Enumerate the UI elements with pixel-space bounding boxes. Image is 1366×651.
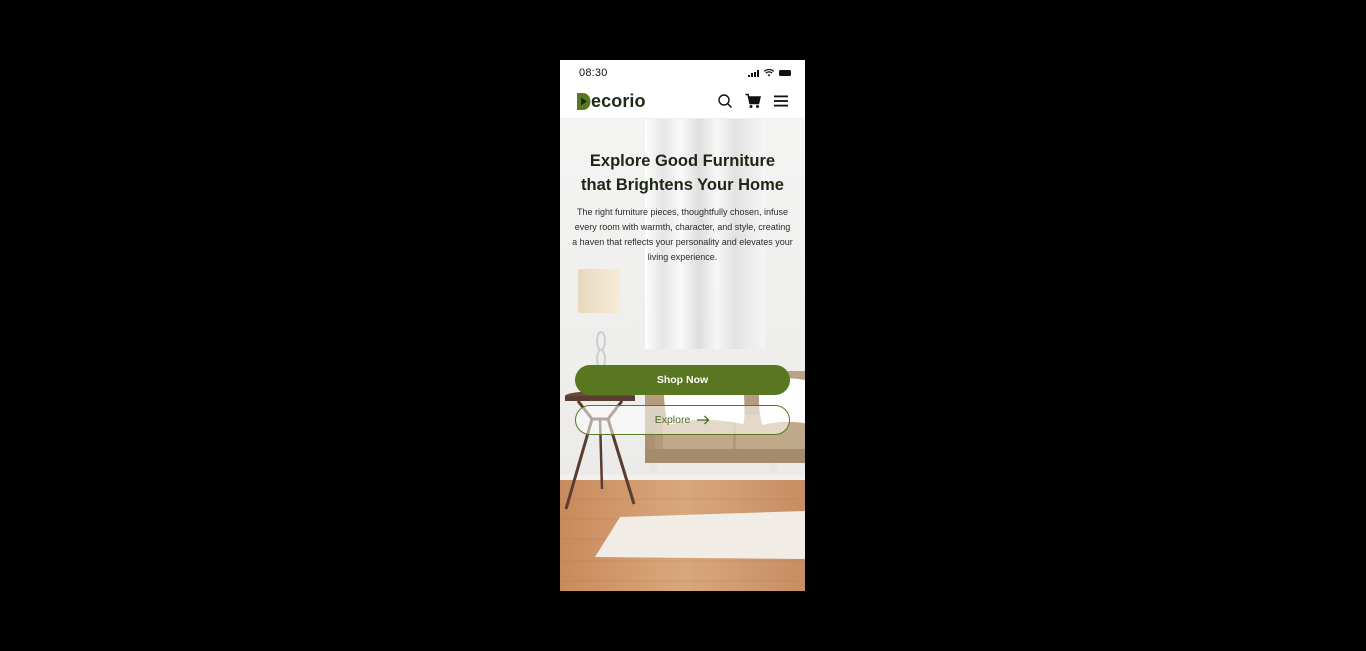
shop-now-label: Shop Now [656, 374, 709, 386]
logo[interactable]: ecorio [577, 90, 646, 112]
hero-title-line-1: Explore Good Furniture [589, 152, 776, 170]
logo-mark-icon [577, 92, 591, 110]
hero-description: The right furniture pieces, thoughtfully… [572, 207, 793, 262]
status-time: 08:30 [579, 67, 608, 79]
status-icons [748, 69, 791, 77]
hero-title: Explore Good Furniture that Brightens Yo… [560, 149, 805, 197]
wifi-icon [764, 69, 774, 77]
explore-button[interactable]: Explore [575, 405, 790, 435]
status-bar: 08:30 [560, 60, 805, 86]
hero-title-line-2: that Brightens Your Home [581, 176, 784, 194]
signal-icon [748, 69, 759, 77]
logo-text: ecorio [591, 90, 646, 111]
site-header: ecorio [560, 86, 805, 119]
shop-now-button[interactable]: Shop Now [575, 365, 790, 395]
cart-icon[interactable] [745, 93, 761, 109]
hero-section: Explore Good Furniture that Brightens Yo… [560, 119, 805, 591]
explore-label: Explore [654, 414, 691, 426]
arrow-right-icon [697, 415, 710, 425]
phone-screen: 08:30 ecorio Explore Good Furniture that… [560, 60, 805, 591]
menu-icon[interactable] [773, 93, 789, 109]
battery-icon [779, 70, 791, 76]
search-icon[interactable] [717, 93, 733, 109]
